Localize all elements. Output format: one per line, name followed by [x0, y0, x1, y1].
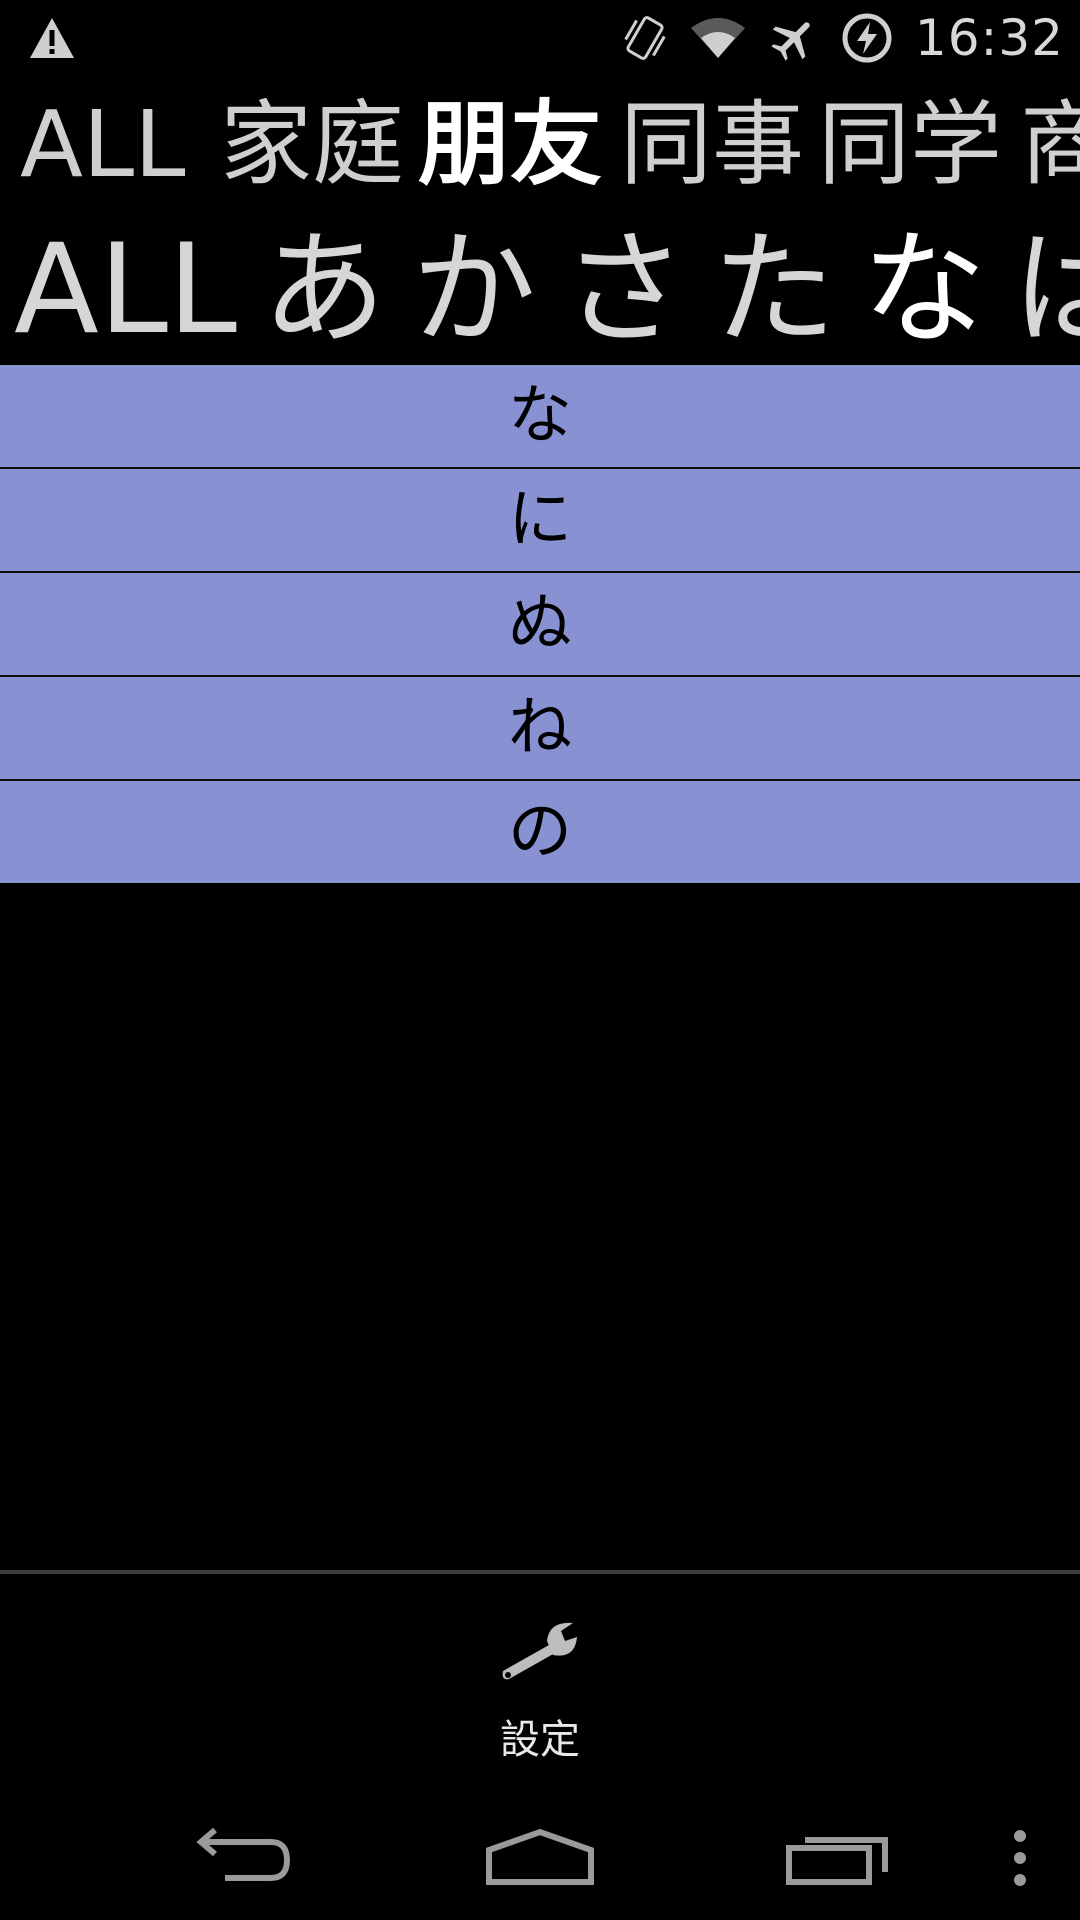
- vibrate-icon: [623, 13, 667, 63]
- status-time: 16:32: [914, 8, 1064, 67]
- recent-apps-button[interactable]: [780, 1800, 900, 1920]
- wrench-icon: [495, 1615, 585, 1689]
- tab-business[interactable]: 商: [1020, 85, 1080, 205]
- nav-bar: [0, 1800, 1080, 1920]
- settings-button[interactable]: 設定: [0, 1600, 1080, 1780]
- back-button[interactable]: [180, 1800, 300, 1920]
- back-icon: [185, 1827, 295, 1892]
- tab-friends[interactable]: 朋友: [418, 85, 602, 205]
- kana-a[interactable]: あ: [262, 215, 386, 365]
- home-button[interactable]: [480, 1800, 600, 1920]
- kana-all[interactable]: ALL: [14, 215, 237, 365]
- list-item[interactable]: の: [0, 781, 1080, 883]
- kana-ha[interactable]: は: [1012, 215, 1080, 365]
- settings-label: 設定: [500, 1717, 580, 1763]
- airplane-icon: [769, 13, 819, 63]
- home-icon: [485, 1828, 595, 1892]
- warning-icon: [28, 16, 76, 60]
- overflow-menu-button[interactable]: [990, 1800, 1050, 1920]
- menu-divider: [0, 1570, 1080, 1574]
- tab-family[interactable]: 家庭: [220, 85, 404, 205]
- kana-list: な に ぬ ね の: [0, 365, 1080, 883]
- tab-all[interactable]: ALL: [20, 85, 185, 205]
- kana-index: ALL あ か さ た な は: [0, 215, 1080, 365]
- kana-ka[interactable]: か: [412, 215, 536, 365]
- wifi-icon: [689, 16, 747, 60]
- recent-apps-icon: [785, 1828, 895, 1892]
- kana-ta[interactable]: た: [712, 215, 836, 365]
- list-item[interactable]: な: [0, 365, 1080, 469]
- battery-charging-icon: [841, 12, 893, 64]
- list-item[interactable]: ね: [0, 677, 1080, 781]
- list-item[interactable]: に: [0, 469, 1080, 573]
- category-tabs: ALL 家庭 朋友 同事 同学 商: [0, 85, 1080, 205]
- kana-na[interactable]: な: [862, 215, 986, 365]
- tab-colleagues[interactable]: 同事: [620, 85, 804, 205]
- tab-classmates[interactable]: 同学: [818, 85, 1002, 205]
- list-item[interactable]: ぬ: [0, 573, 1080, 677]
- kana-sa[interactable]: さ: [562, 215, 686, 365]
- overflow-menu-icon: [1010, 1828, 1030, 1892]
- status-bar: 16:32: [0, 0, 1080, 75]
